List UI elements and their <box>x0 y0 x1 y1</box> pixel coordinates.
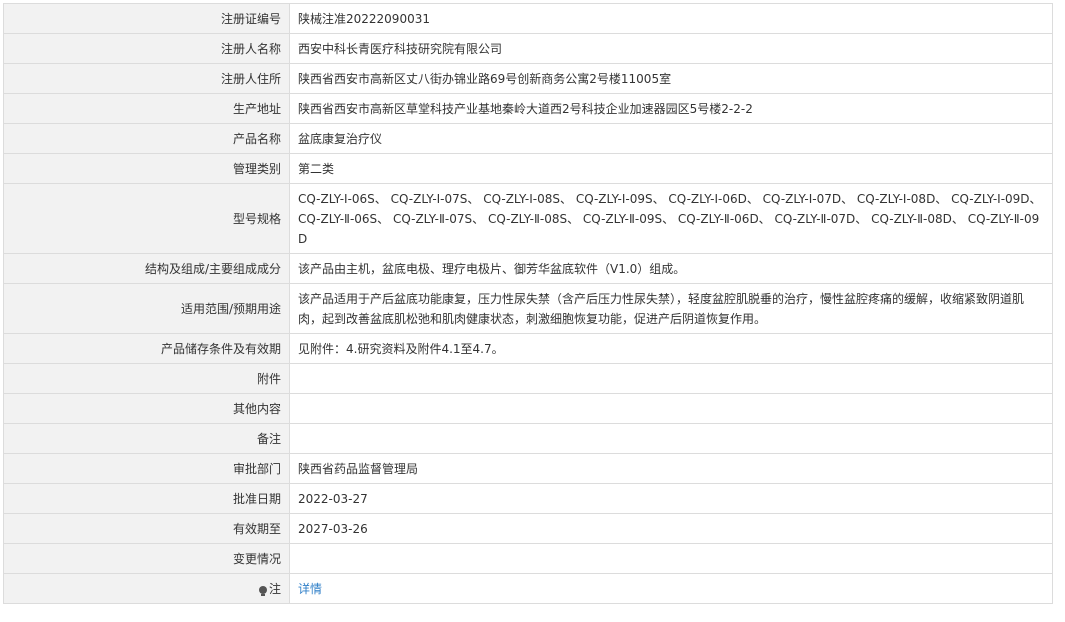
row-registrant-name: 注册人名称 西安中科长青医疗科技研究院有限公司 <box>3 33 1053 64</box>
field-value: CQ-ZLY-Ⅰ-06S、 CQ-ZLY-Ⅰ-07S、 CQ-ZLY-Ⅰ-08S… <box>289 183 1053 254</box>
field-label: 变更情况 <box>3 543 290 574</box>
field-value: 该产品由主机，盆底电极、理疗电极片、御芳华盆底软件（V1.0）组成。 <box>289 253 1053 284</box>
field-value: 盆底康复治疗仪 <box>289 123 1053 154</box>
row-note: 注 详情 <box>3 573 1053 604</box>
lightbulb-icon <box>258 585 267 596</box>
field-label: 管理类别 <box>3 153 290 184</box>
field-label: 型号规格 <box>3 183 290 254</box>
field-label: 结构及组成/主要组成成分 <box>3 253 290 284</box>
row-management-category: 管理类别 第二类 <box>3 153 1053 184</box>
field-label: 其他内容 <box>3 393 290 424</box>
row-approval-date: 批准日期 2022-03-27 <box>3 483 1053 514</box>
field-value: 2022-03-27 <box>289 483 1053 514</box>
field-value <box>289 393 1053 424</box>
row-structure-composition: 结构及组成/主要组成成分 该产品由主机，盆底电极、理疗电极片、御芳华盆底软件（V… <box>3 253 1053 284</box>
field-value <box>289 363 1053 394</box>
field-label: 生产地址 <box>3 93 290 124</box>
field-label: 注册人名称 <box>3 33 290 64</box>
row-registrant-address: 注册人住所 陕西省西安市高新区丈八街办锦业路69号创新商务公寓2号楼11005室 <box>3 63 1053 94</box>
field-value: 2027-03-26 <box>289 513 1053 544</box>
field-value: 陕西省西安市高新区丈八街办锦业路69号创新商务公寓2号楼11005室 <box>289 63 1053 94</box>
row-change-status: 变更情况 <box>3 543 1053 574</box>
field-label: 备注 <box>3 423 290 454</box>
field-value: 陕西省西安市高新区草堂科技产业基地秦岭大道西2号科技企业加速器园区5号楼2-2-… <box>289 93 1053 124</box>
registration-detail-table: 注册证编号 陕械注准20222090031 注册人名称 西安中科长青医疗科技研究… <box>3 3 1053 604</box>
field-label: 适用范围/预期用途 <box>3 283 290 334</box>
field-label: 注册证编号 <box>3 3 290 34</box>
row-attachments: 附件 <box>3 363 1053 394</box>
field-label-note: 注 <box>3 573 290 604</box>
field-value: 详情 <box>289 573 1053 604</box>
row-valid-until: 有效期至 2027-03-26 <box>3 513 1053 544</box>
row-production-address: 生产地址 陕西省西安市高新区草堂科技产业基地秦岭大道西2号科技企业加速器园区5号… <box>3 93 1053 124</box>
field-label: 产品储存条件及有效期 <box>3 333 290 364</box>
field-label: 审批部门 <box>3 453 290 484</box>
field-value: 该产品适用于产后盆底功能康复，压力性尿失禁（含产后压力性尿失禁），轻度盆腔肌脱垂… <box>289 283 1053 334</box>
field-value: 陕械注准20222090031 <box>289 3 1053 34</box>
field-value: 第二类 <box>289 153 1053 184</box>
row-approval-department: 审批部门 陕西省药品监督管理局 <box>3 453 1053 484</box>
details-link[interactable]: 详情 <box>298 582 322 596</box>
field-label: 附件 <box>3 363 290 394</box>
field-label: 注册人住所 <box>3 63 290 94</box>
row-intended-use: 适用范围/预期用途 该产品适用于产后盆底功能康复，压力性尿失禁（含产后压力性尿失… <box>3 283 1053 334</box>
field-value: 西安中科长青医疗科技研究院有限公司 <box>289 33 1053 64</box>
row-model-specifications: 型号规格 CQ-ZLY-Ⅰ-06S、 CQ-ZLY-Ⅰ-07S、 CQ-ZLY-… <box>3 183 1053 254</box>
field-value: 陕西省药品监督管理局 <box>289 453 1053 484</box>
field-value <box>289 423 1053 454</box>
field-label: 有效期至 <box>3 513 290 544</box>
field-value <box>289 543 1053 574</box>
field-label: 批准日期 <box>3 483 290 514</box>
field-label: 产品名称 <box>3 123 290 154</box>
row-product-name: 产品名称 盆底康复治疗仪 <box>3 123 1053 154</box>
row-registration-number: 注册证编号 陕械注准20222090031 <box>3 3 1053 34</box>
note-label-text: 注 <box>268 581 281 596</box>
row-remarks: 备注 <box>3 423 1053 454</box>
row-other-content: 其他内容 <box>3 393 1053 424</box>
row-storage-validity: 产品储存条件及有效期 见附件：4.研究资料及附件4.1至4.7。 <box>3 333 1053 364</box>
field-value: 见附件：4.研究资料及附件4.1至4.7。 <box>289 333 1053 364</box>
